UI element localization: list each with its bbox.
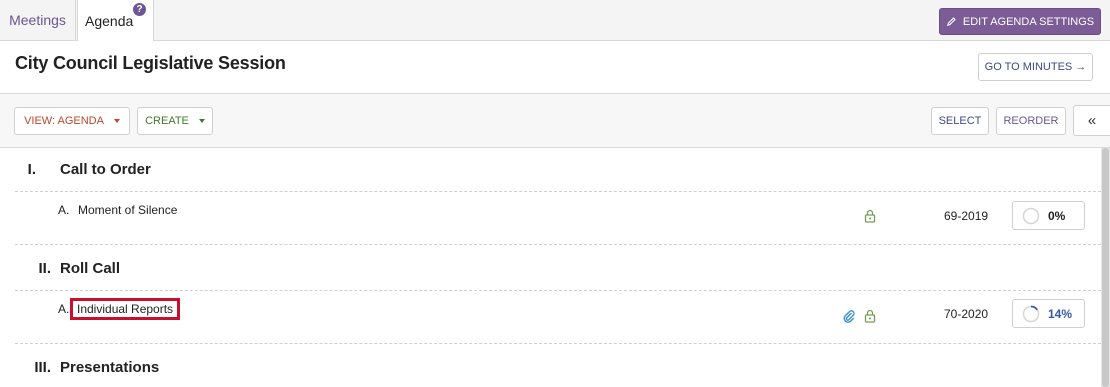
view-agenda-label: VIEW: AGENDA <box>24 115 104 127</box>
pencil-icon <box>946 17 956 26</box>
progress-value: 0% <box>1048 208 1066 223</box>
top-tab-bar: Meetings Agenda ? EDIT AGENDA SETTINGS <box>0 0 1110 41</box>
section-title[interactable]: Presentations <box>60 359 159 376</box>
caret-down-icon <box>198 119 205 123</box>
item-letter: A. <box>58 203 70 217</box>
page-title: City Council Legislative Session <box>15 53 286 73</box>
progress-value: 14% <box>1048 306 1073 321</box>
lock-icon <box>864 209 876 223</box>
section-title[interactable]: Roll Call <box>60 260 120 277</box>
item-code: 69-2019 <box>944 209 989 223</box>
tab-meetings[interactable]: Meetings <box>0 0 76 40</box>
section-number: I. <box>27 161 36 178</box>
collapse-panel-button[interactable]: « <box>1073 105 1110 136</box>
section-number: II. <box>38 260 51 277</box>
section-title[interactable]: Call to Order <box>60 161 151 178</box>
item-title[interactable]: Moment of Silence <box>78 203 177 217</box>
progress-ring-icon <box>1022 305 1040 322</box>
item-title[interactable]: Individual Reports <box>69 298 181 320</box>
edit-agenda-settings-button[interactable]: EDIT AGENDA SETTINGS <box>939 8 1101 35</box>
caret-down-icon <box>113 119 120 123</box>
divider <box>15 244 1101 245</box>
create-label: CREATE <box>145 115 189 127</box>
reorder-button[interactable]: REORDER <box>996 107 1066 135</box>
item-letter: A. <box>58 302 70 316</box>
divider <box>15 290 1101 291</box>
section-number: III. <box>34 359 51 376</box>
edit-agenda-settings-label: EDIT AGENDA SETTINGS <box>962 15 1095 28</box>
divider <box>15 191 1101 192</box>
item-code: 70-2020 <box>944 307 989 321</box>
divider <box>15 343 1101 344</box>
agenda-toolbar: VIEW: AGENDA CREATE SELECT REORDER « <box>0 94 1110 148</box>
paperclip-icon[interactable] <box>843 309 855 323</box>
scrollbar-thumb[interactable] <box>1102 148 1109 387</box>
progress-indicator[interactable]: 14% <box>1012 299 1085 328</box>
help-icon[interactable]: ? <box>133 3 146 16</box>
progress-ring-icon <box>1022 207 1040 224</box>
go-to-minutes-button[interactable]: GO TO MINUTES → <box>978 53 1093 81</box>
select-button[interactable]: SELECT <box>931 107 989 135</box>
lock-icon <box>864 309 876 323</box>
progress-indicator[interactable]: 0% <box>1012 201 1085 230</box>
create-dropdown[interactable]: CREATE <box>137 107 213 135</box>
title-bar: City Council Legislative Session GO TO M… <box>0 41 1110 94</box>
view-agenda-dropdown[interactable]: VIEW: AGENDA <box>14 107 130 135</box>
